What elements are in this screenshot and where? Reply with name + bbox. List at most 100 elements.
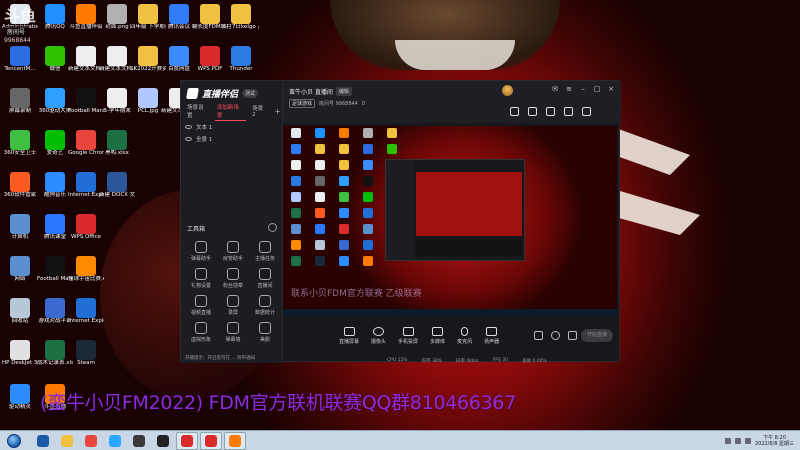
gear-icon[interactable] [568, 331, 577, 340]
toolbox-item[interactable]: 录屏 [217, 295, 249, 316]
clock[interactable]: 下午 8:20 2022/6/8 星期三 [755, 435, 794, 447]
preview-icon [291, 256, 301, 266]
desktop-icon[interactable]: 懂球宇宙比赛.exe [68, 256, 104, 283]
source-row[interactable]: 文本 1 [185, 121, 279, 132]
desktop-icon[interactable]: 6月7日kelgo 乙级联赛... [223, 4, 259, 31]
visibility-icon[interactable] [185, 136, 192, 141]
desktop-icon[interactable]: TencentM... [2, 46, 38, 73]
toolbox-item[interactable]: 直播间 [249, 268, 281, 289]
taskbar-app-files[interactable] [56, 432, 78, 450]
taskbar-app-chrome[interactable] [80, 432, 102, 450]
desktop-icon[interactable]: 计算机 [2, 214, 38, 241]
phone-cast-button[interactable]: 手机投屏 [398, 327, 418, 345]
desktop-icon[interactable]: 屏幕录制 [2, 88, 38, 115]
camera-button[interactable]: 摄像头 [371, 327, 386, 345]
taskbar-app-pot[interactable] [128, 432, 150, 450]
preview-icon[interactable] [551, 331, 560, 340]
minimize-icon[interactable]: – [579, 85, 587, 93]
desktop-icon[interactable]: WPS Office [68, 214, 104, 241]
desktop-app-icon [107, 172, 127, 192]
desktop-icon[interactable]: 360安全卫士 [2, 130, 38, 157]
desktop-icon[interactable]: 黑鸭.xlsx [99, 130, 135, 157]
desktop-app-icon [45, 172, 65, 192]
toolbox-item[interactable]: 房管助手 [217, 241, 249, 262]
taskbar-app-douyu[interactable] [224, 431, 246, 450]
tool-icon [195, 322, 207, 334]
edit-title-button[interactable]: 编辑 [335, 87, 352, 96]
toolbox-item[interactable]: 弹幕墙 [217, 322, 249, 343]
channel-title: 蛮牛小贝 直播间 编辑 [289, 87, 352, 96]
desktop-icon-label: 网络 [14, 276, 26, 282]
toolbox-item[interactable]: 美颜 [249, 322, 281, 343]
tab-scene-settings[interactable]: 场景设置 [185, 102, 211, 120]
preview-icon [363, 192, 373, 202]
bell-icon[interactable] [564, 107, 573, 116]
screen-capture-button[interactable]: 直播屏幕 [339, 327, 359, 345]
toolbox-item[interactable]: 视频直播 [185, 295, 217, 316]
desktop-app-icon [138, 46, 158, 66]
toolbox-settings-icon[interactable] [268, 223, 277, 232]
preview-icon [363, 224, 373, 234]
windows-icon [7, 433, 21, 448]
toolbox-item[interactable]: 礼物设置 [185, 268, 217, 289]
close-icon[interactable]: × [607, 85, 615, 93]
app-icon [181, 434, 193, 447]
desktop-icon[interactable]: Steam [68, 340, 104, 367]
toolbox-item[interactable]: 粉丝勋章 [217, 268, 249, 289]
network-icon[interactable] [724, 437, 731, 444]
stream-preview: 联系小贝FDM官方联赛 乙级联赛 直播屏幕 摄像头 手机投屏 多媒体 麦克风 扬… [283, 126, 617, 394]
start-live-button[interactable]: 开始直播 [581, 329, 613, 342]
media-button[interactable]: 多媒体 [430, 327, 445, 345]
desktop-app-icon [45, 130, 65, 150]
taskbar-app-app7[interactable] [176, 431, 198, 450]
preview-icon [387, 128, 397, 138]
desktop-icon[interactable]: 网络 [2, 256, 38, 283]
desktop-icon[interactable]: HP DeskJet 3630 series [2, 340, 38, 367]
input-method-icon[interactable] [744, 437, 751, 444]
taskbar-app-22[interactable] [152, 432, 174, 450]
category-tag[interactable]: 足球游戏 [289, 99, 316, 108]
record-icon[interactable] [534, 331, 543, 340]
toolbox-item[interactable]: 虚拟形象 [185, 322, 217, 343]
visibility-icon[interactable] [185, 124, 192, 129]
desktop-icon[interactable]: 回收站 [2, 298, 38, 325]
desktop-app-icon [76, 214, 96, 234]
toolbox-item[interactable]: 弹幕助手 [185, 241, 217, 262]
desktop-app-icon [76, 172, 96, 192]
tool-label: 直播间 [257, 283, 273, 289]
toolbox-item[interactable]: 数据统计 [249, 295, 281, 316]
desktop-icon[interactable]: Thunder [223, 46, 259, 73]
desktop-icon-label: 计算机 [11, 234, 29, 240]
add-scene-icon[interactable]: + [274, 107, 281, 116]
preview-icon [315, 192, 325, 202]
desktop-icon-label: 6月7日kelgo 乙级联赛... [223, 24, 259, 30]
taskbar-app-media[interactable] [104, 432, 126, 450]
tool-icon [227, 295, 239, 307]
settings-icon[interactable] [582, 107, 591, 116]
message-icon[interactable]: ✉ [551, 85, 559, 93]
speaker-button[interactable]: 扬声器 [484, 327, 499, 345]
volume-icon[interactable] [734, 437, 741, 444]
preview-canvas[interactable]: 联系小贝FDM官方联赛 乙级联赛 [283, 126, 617, 316]
tab-add-scene[interactable]: 添加新场景 [214, 102, 247, 121]
maximize-icon[interactable]: □ [593, 85, 601, 93]
desktop-icon[interactable]: 新建 DOCX 文档.docx [99, 172, 135, 199]
gift-icon[interactable] [510, 107, 519, 116]
desktop-icon[interactable]: 驱动精灵 [2, 384, 38, 411]
avatar[interactable] [502, 85, 513, 96]
taskbar-app-start[interactable] [32, 432, 54, 450]
desktop-icon[interactable]: 360软件管家 [2, 172, 38, 199]
app-icon [157, 434, 169, 447]
microphone-button[interactable]: 麦克风 [457, 327, 472, 345]
taskbar-app-wps[interactable] [200, 431, 222, 450]
toolbox-item[interactable]: 主播任务 [249, 241, 281, 262]
tab-scene-2[interactable]: 场景 2 [250, 103, 270, 119]
share-icon[interactable] [546, 107, 555, 116]
preview-icon [339, 160, 349, 170]
menu-icon[interactable]: ≡ [565, 85, 573, 93]
start-button[interactable] [0, 431, 28, 450]
source-row[interactable]: 全景 1 [185, 133, 279, 144]
task-icon[interactable] [528, 107, 537, 116]
desktop-icon[interactable]: Internet Explorer [68, 298, 104, 325]
status-dropped: 丢帧 0.00% [521, 358, 547, 364]
